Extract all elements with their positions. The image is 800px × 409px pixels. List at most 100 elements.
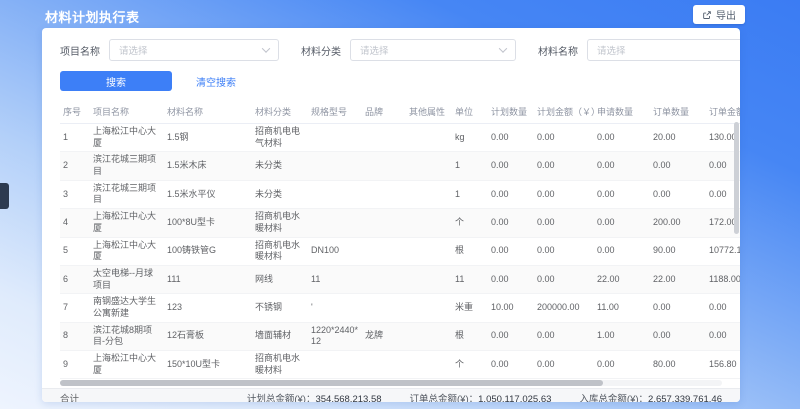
table-cell: 网线 [252, 265, 308, 293]
table-row: 8滨江花城8期项目-分包12石膏板墙面辅材1220*2440*12龙牌根0.00… [60, 322, 740, 350]
table-cell: 0.00 [650, 180, 706, 208]
table-cell: 6 [60, 265, 90, 293]
table-cell: 0.00 [488, 124, 534, 152]
table-cell: 5 [60, 237, 90, 265]
table-cell: 个 [452, 209, 488, 237]
table-row: 4上海松江中心大厦100*8U型卡招商机电水暖材料个0.000.000.0020… [60, 209, 740, 237]
table-cell: 龙牌 [362, 322, 406, 350]
table-cell: 1 [452, 152, 488, 180]
table-cell [362, 265, 406, 293]
table-cell: 0.00 [534, 124, 594, 152]
table-cell: 0.00 [650, 294, 706, 322]
column-header: 其他属性 [406, 100, 452, 124]
content-card: 项目名称请选择材料分类请选择材料名称请选择 搜索 清空搜索 序号项目名称材料名称… [42, 28, 740, 402]
table-row: 1上海松江中心大厦1.5钢招商机电电气材料kg0.000.000.0020.00… [60, 124, 740, 152]
table-cell: 0.00 [594, 180, 650, 208]
table-cell: 200.00 [650, 209, 706, 237]
column-header: 品牌 [362, 100, 406, 124]
table-cell: 0.00 [534, 180, 594, 208]
table-cell: 滨江花城三期项目 [90, 180, 164, 208]
table-cell [406, 180, 452, 208]
table-cell: 0.00 [594, 209, 650, 237]
table-cell: 8 [60, 322, 90, 350]
table-cell [362, 237, 406, 265]
column-header: 材料分类 [252, 100, 308, 124]
table-cell: 0.00 [650, 152, 706, 180]
horizontal-scrollbar-thumb[interactable] [60, 380, 603, 386]
column-header: 项目名称 [90, 100, 164, 124]
summary-total-label: 合计 [60, 391, 79, 402]
table-container: 序号项目名称材料名称材料分类规格型号品牌其他属性单位计划数量计划金额（￥）申请数… [42, 100, 740, 379]
table-cell: 10.00 [488, 294, 534, 322]
table-cell [362, 124, 406, 152]
table-cell: 0.00 [594, 124, 650, 152]
table-cell: 招商机电水暖材料 [252, 209, 308, 237]
select-placeholder: 请选择 [119, 43, 148, 57]
table-cell: 1220*2440*12 [308, 322, 362, 350]
table-cell: 招商机电水暖材料 [252, 351, 308, 379]
table-cell: 3 [60, 180, 90, 208]
table-cell: DN100 [308, 237, 362, 265]
table-cell: 0.00 [594, 351, 650, 379]
side-drawer-handle[interactable] [0, 183, 9, 209]
table-cell [406, 351, 452, 379]
table-header-row: 序号项目名称材料名称材料分类规格型号品牌其他属性单位计划数量计划金额（￥）申请数… [60, 100, 740, 124]
table-cell: 1.5米水平仪 [164, 180, 252, 208]
table-cell: 墙面辅材 [252, 322, 308, 350]
filter-select[interactable]: 请选择 [350, 39, 516, 61]
table-cell: kg [452, 124, 488, 152]
select-placeholder: 请选择 [360, 43, 389, 57]
table-cell: 招商机电电气材料 [252, 124, 308, 152]
table-cell: 0.00 [488, 322, 534, 350]
column-header: 订单数量 [650, 100, 706, 124]
vertical-scrollbar[interactable] [734, 122, 739, 234]
table-cell: 2 [60, 152, 90, 180]
filter-select[interactable]: 请选择 [109, 39, 279, 61]
table-cell [362, 180, 406, 208]
horizontal-scrollbar[interactable] [60, 380, 722, 386]
table-cell [362, 294, 406, 322]
column-header: 单位 [452, 100, 488, 124]
column-header: 订单金额（￥） [706, 100, 740, 124]
table-cell [406, 124, 452, 152]
table-cell [308, 209, 362, 237]
filter-group: 材料分类请选择 [301, 39, 516, 61]
search-button[interactable]: 搜索 [60, 71, 172, 91]
summary-row: 合计 计划总金额(¥)：354,568,213.58订单总金额(¥)：1,050… [42, 388, 740, 402]
filter-select[interactable]: 请选择 [587, 39, 740, 61]
table-cell: 0.00 [488, 209, 534, 237]
table-cell: 滨江花城8期项目-分包 [90, 322, 164, 350]
page-title: 材料计划执行表 [45, 7, 140, 26]
table-cell [406, 152, 452, 180]
table-cell: 1.5钢 [164, 124, 252, 152]
table-cell [362, 152, 406, 180]
column-header: 申请数量 [594, 100, 650, 124]
chevron-down-icon [262, 44, 270, 52]
table-cell: 0.00 [488, 180, 534, 208]
table-cell: 22.00 [594, 265, 650, 293]
table-cell: 0.00 [488, 265, 534, 293]
chevron-down-icon [499, 44, 507, 52]
summary-item-label: 入库总金额(¥)： [579, 394, 648, 402]
table-cell [308, 180, 362, 208]
table-row: 9上海松江中心大厦150*10U型卡招商机电水暖材料个0.000.000.008… [60, 351, 740, 379]
table-cell: 招商机电水暖材料 [252, 237, 308, 265]
table-cell: 滨江花城三期项目 [90, 152, 164, 180]
table-cell: 0.00 [650, 322, 706, 350]
table-cell: 上海松江中心大厦 [90, 237, 164, 265]
table-cell: 7 [60, 294, 90, 322]
table-cell: 0.00 [534, 237, 594, 265]
summary-item-label: 计划总金额(¥)： [247, 394, 316, 402]
table-cell: 90.00 [650, 237, 706, 265]
table-cell: 米重 [452, 294, 488, 322]
export-button-label: 导出 [716, 7, 736, 22]
table-cell [406, 237, 452, 265]
table-cell: 1.5米木床 [164, 152, 252, 180]
table-cell: 200000.00 [534, 294, 594, 322]
table-cell: 个 [452, 351, 488, 379]
table-cell: 0.00 [534, 265, 594, 293]
export-button[interactable]: 导出 [693, 5, 745, 24]
table-cell [308, 152, 362, 180]
clear-search-link[interactable]: 清空搜索 [196, 74, 236, 89]
table-cell: 11 [308, 265, 362, 293]
